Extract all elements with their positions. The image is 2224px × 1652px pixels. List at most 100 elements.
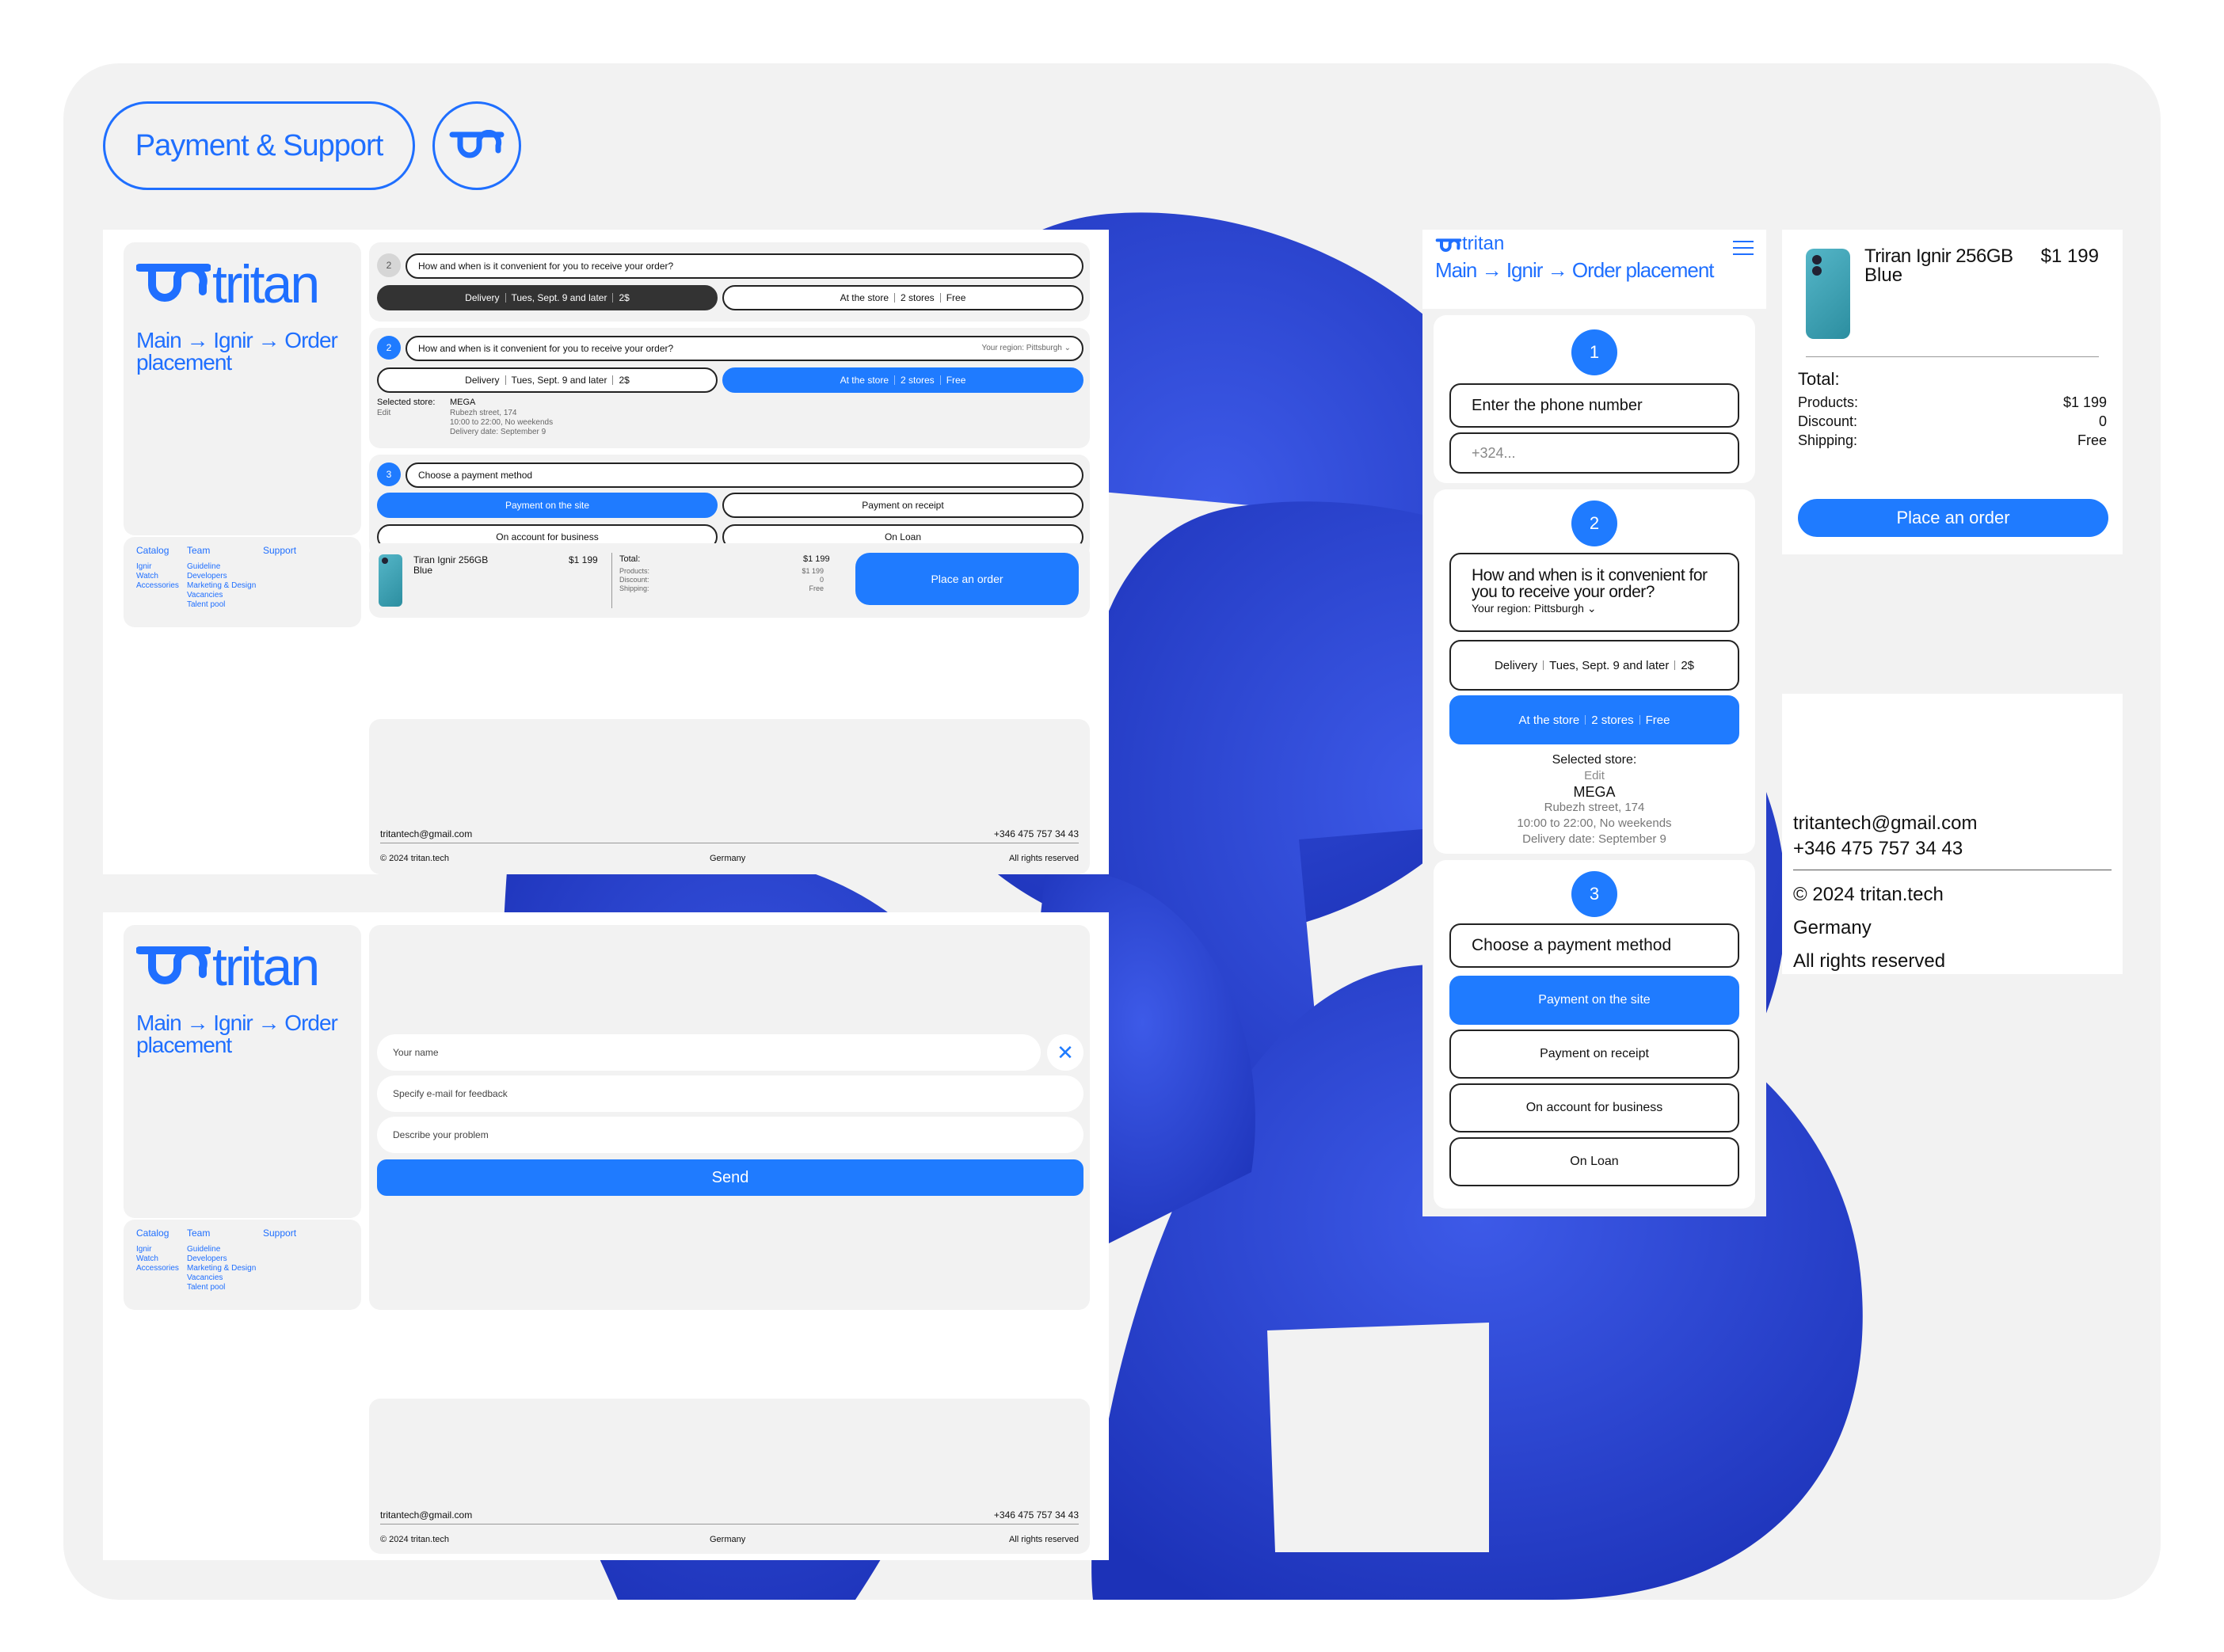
logo-text: tritan — [1462, 233, 1505, 254]
footer-card: tritantech@gmail.com +346 475 757 34 43 … — [369, 1399, 1090, 1554]
nav-link[interactable]: Ignir — [136, 1245, 179, 1254]
nav-link[interactable]: Guideline — [187, 1245, 256, 1254]
mobile-summary-panel: Triran Ignir 256GB Blue $1 199 Total: Pr… — [1782, 230, 2123, 554]
breadcrumb-arrow-icon: → — [257, 328, 280, 352]
totals-values: $1 199 0 Free — [2063, 393, 2107, 450]
delivery-option[interactable]: Delivery Tues, Sept. 9 and later 2$ — [377, 367, 718, 393]
breadcrumb-main[interactable]: Main — [136, 328, 182, 352]
logo-text: tritan — [212, 254, 320, 314]
footer-country: Germany — [1793, 917, 1872, 938]
payment-option[interactable]: On Loan — [1449, 1137, 1739, 1186]
nav-team[interactable]: Team — [187, 1228, 210, 1239]
mobile-order-panel: tritan Main → Ignir → Order placement 1 … — [1422, 230, 1766, 1216]
option-count: 2 stores — [1591, 713, 1634, 727]
footer-phone[interactable]: +346 475 757 34 43 — [1793, 838, 1963, 860]
nav-link[interactable]: Marketing & Design — [187, 1264, 256, 1273]
option-count: 2 stores — [901, 375, 935, 386]
store-option[interactable]: At the store 2 stores Free — [722, 285, 1083, 310]
problem-field[interactable]: Describe your problem — [377, 1117, 1083, 1153]
nav-link[interactable]: Watch — [136, 1254, 179, 1264]
nav-support[interactable]: Support — [263, 545, 296, 556]
option-date: Tues, Sept. 9 and later — [511, 292, 607, 303]
summary-divider — [1806, 356, 2099, 357]
breadcrumb-ignir[interactable]: Ignir — [213, 1011, 253, 1035]
nav-link[interactable]: Accessories — [136, 1264, 179, 1273]
payment-option[interactable]: Payment on receipt — [1449, 1030, 1739, 1079]
option-date: Tues, Sept. 9 and later — [511, 375, 607, 386]
nav-team[interactable]: Team — [187, 545, 210, 556]
payment-step-card: 3 Choose a payment method Payment on the… — [369, 455, 1090, 558]
footer-email[interactable]: tritantech@gmail.com — [380, 1509, 472, 1521]
option-label: At the store — [840, 375, 889, 386]
receive-step-card: 2 How and when is it convenient for you … — [1434, 489, 1755, 854]
breadcrumb-main[interactable]: Main — [1435, 258, 1477, 282]
discount-value: 0 — [2098, 413, 2107, 429]
region-selector[interactable]: Your region: Pittsburgh ⌄ — [981, 344, 1071, 353]
region-value: Pittsburgh — [1026, 344, 1062, 352]
sidebar-links-card: Catalog Team Support Ignir Watch Accessori… — [124, 537, 361, 627]
nav-link[interactable]: Accessories — [136, 581, 179, 591]
receive-question: How and when is it convenient for you to… — [1449, 553, 1739, 632]
payment-option[interactable]: Payment on the site — [1449, 976, 1739, 1025]
shipping-value: Free — [2077, 432, 2107, 448]
mobile-header: tritan Main → Ignir → Order placement — [1422, 230, 1766, 309]
payment-option[interactable]: Payment on receipt — [722, 493, 1083, 518]
nav-link[interactable]: Marketing & Design — [187, 581, 256, 591]
total-value: $1 199 — [803, 554, 830, 564]
nav-link[interactable]: Developers — [187, 572, 256, 581]
footer-copyright: © 2024 tritan.tech — [380, 854, 449, 863]
nav-link[interactable]: Vacancies — [187, 591, 256, 600]
nav-support[interactable]: Support — [263, 1228, 296, 1239]
product-variant: Blue — [1864, 265, 1903, 286]
footer-rights: All rights reserved — [1008, 1535, 1079, 1544]
nav-link[interactable]: Talent pool — [187, 600, 256, 610]
breadcrumb-ignir[interactable]: Ignir — [1506, 258, 1544, 282]
nav-link[interactable]: Talent pool — [187, 1283, 256, 1292]
breadcrumb: Main → Ignir → Order placement — [136, 328, 338, 374]
payment-step-card: 3 Choose a payment method Payment on the… — [1434, 860, 1755, 1209]
edit-link[interactable]: Edit — [377, 409, 390, 418]
footer-phone[interactable]: +346 475 757 34 43 — [994, 828, 1079, 839]
phone-input[interactable]: +324... — [1449, 432, 1739, 474]
payment-option[interactable]: On account for business — [1449, 1083, 1739, 1132]
question-text: How and when is it convenient for you to… — [418, 261, 674, 272]
menu-icon[interactable] — [1733, 241, 1754, 255]
nav-link[interactable]: Ignir — [136, 562, 179, 572]
product-image — [379, 554, 402, 607]
edit-link[interactable]: Edit — [1434, 768, 1755, 784]
question-text: How and when is it convenient for you to… — [418, 343, 674, 354]
email-field[interactable]: Specify e-mail for feedback — [377, 1075, 1083, 1112]
breadcrumb-ignir[interactable]: Ignir — [213, 328, 253, 352]
footer-email[interactable]: tritantech@gmail.com — [380, 828, 472, 839]
payment-option[interactable]: Payment on the site — [377, 493, 718, 518]
delivery-option[interactable]: Delivery Tues, Sept. 9 and later 2$ — [1449, 640, 1739, 691]
store-option[interactable]: At the store 2 stores Free — [722, 367, 1083, 393]
store-hours: 10:00 to 22:00, No weekends — [450, 418, 554, 427]
footer-copyright: © 2024 tritan.tech — [1793, 884, 1944, 905]
breadcrumb-main[interactable]: Main — [136, 1011, 182, 1035]
nav-link[interactable]: Watch — [136, 572, 179, 581]
place-order-button[interactable]: Place an order — [1798, 499, 2108, 537]
place-order-button[interactable]: Place an order — [855, 553, 1079, 605]
nav-link[interactable]: Developers — [187, 1254, 256, 1264]
products-value: $1 199 — [2062, 394, 2107, 410]
send-button[interactable]: Send — [377, 1159, 1083, 1196]
store-delivery-date: Delivery date: September 9 — [1522, 832, 1666, 846]
nav-link[interactable]: Vacancies — [187, 1273, 256, 1283]
tritan-wordmark-icon — [136, 946, 211, 984]
nav-link[interactable]: Guideline — [187, 562, 256, 572]
footer-phone[interactable]: +346 475 757 34 43 — [994, 1509, 1079, 1521]
store-option[interactable]: At the store 2 stores Free — [1449, 695, 1739, 744]
close-button[interactable]: ✕ — [1047, 1034, 1083, 1071]
nav-catalog[interactable]: Catalog — [136, 545, 169, 556]
nav-catalog[interactable]: Catalog — [136, 1228, 169, 1239]
breadcrumb-current: Order — [284, 1011, 338, 1035]
logo-badge — [432, 101, 521, 190]
footer-email[interactable]: tritantech@gmail.com — [1793, 813, 1977, 835]
payment-question: Choose a payment method — [406, 462, 1083, 488]
name-field[interactable]: Your name — [377, 1034, 1041, 1071]
mobile-footer-panel: tritantech@gmail.com +346 475 757 34 43 … — [1782, 694, 2123, 974]
region-selector[interactable]: Your region: Pittsburgh ⌄ — [1472, 602, 1717, 615]
close-icon: ✕ — [1057, 1040, 1074, 1064]
delivery-option[interactable]: Delivery Tues, Sept. 9 and later 2$ — [377, 285, 718, 310]
